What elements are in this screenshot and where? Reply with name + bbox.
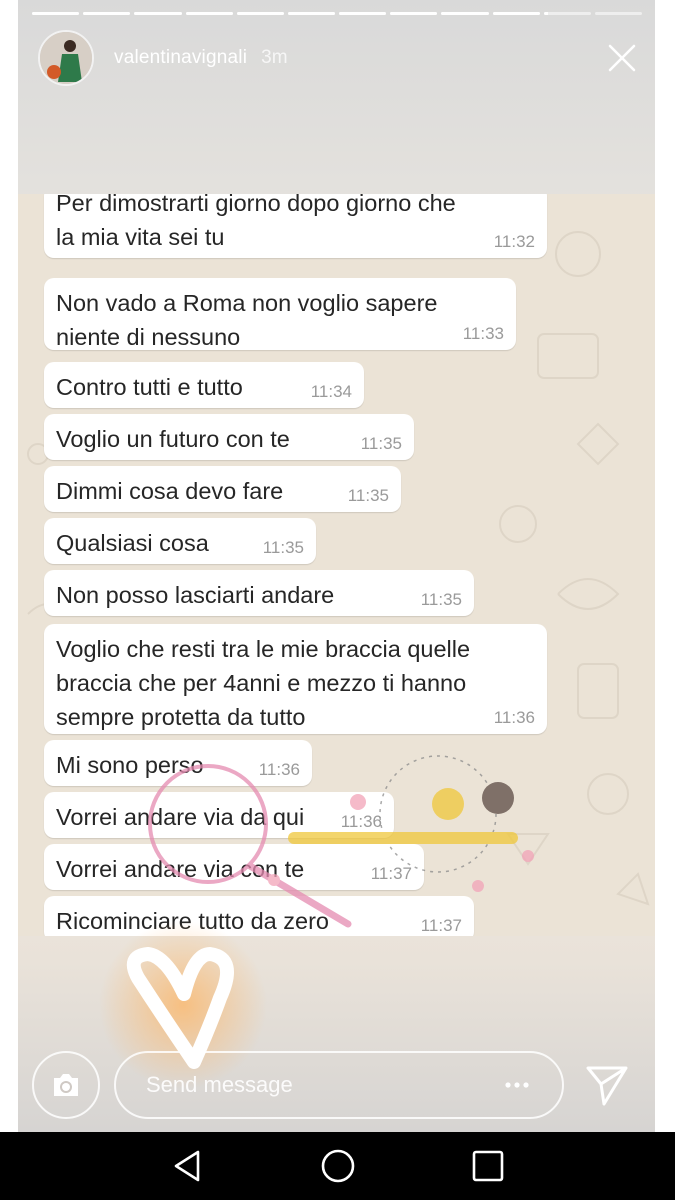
message-text: Voglio che resti tra le mie braccia quel…: [56, 636, 471, 730]
chat-screenshot: Per dimostrarti giorno dopo giorno che l…: [18, 194, 655, 936]
message-timestamp: 11:35: [262, 538, 304, 557]
message-bubble: Non vado a Roma non voglio sapere niente…: [44, 278, 516, 350]
back-button[interactable]: [168, 1146, 208, 1186]
message-bubble: Contro tutti e tutto 11:34: [44, 362, 364, 408]
progress-segment: [594, 12, 643, 15]
camera-icon: [54, 1074, 78, 1096]
story-time: 3m: [261, 47, 288, 68]
message-bubble: Dimmi cosa devo fare 11:35: [44, 466, 401, 512]
message-text: Mi sono perso: [56, 752, 204, 778]
progress-segment: [185, 12, 233, 15]
send-message-input[interactable]: [146, 1072, 466, 1098]
message-text: Per dimostrarti giorno dopo giorno che l…: [56, 194, 456, 250]
message-bubble: Vorrei andare via da qui 11:36: [44, 792, 394, 838]
camera-button[interactable]: [32, 1051, 100, 1119]
close-button[interactable]: [606, 42, 638, 74]
message-timestamp: 11:36: [493, 708, 535, 727]
back-triangle-icon: [174, 1150, 200, 1182]
recents-button[interactable]: [468, 1146, 508, 1186]
paper-plane-icon: [586, 1066, 628, 1106]
progress-segment: [32, 12, 80, 15]
message-timestamp: 11:36: [258, 760, 300, 779]
progress-segment: [134, 12, 182, 15]
message-text: Vorrei andare via da qui: [56, 804, 305, 830]
message-bubble: Per dimostrarti giorno dopo giorno che l…: [44, 194, 547, 258]
avatar[interactable]: [38, 30, 94, 86]
message-timestamp: 11:35: [347, 486, 389, 505]
message-text: Dimmi cosa devo fare: [56, 478, 284, 504]
message-text: Non vado a Roma non voglio sapere niente…: [56, 290, 438, 350]
message-bubble: Voglio che resti tra le mie braccia quel…: [44, 624, 547, 734]
message-bubble: Vorrei andare via con te 11:37: [44, 844, 424, 890]
android-navigation-bar: [0, 1132, 675, 1200]
send-button[interactable]: [584, 1062, 630, 1108]
message-text: Non posso lasciarti andare: [56, 582, 335, 608]
message-timestamp: 11:32: [493, 232, 535, 251]
message-bubble: Voglio un futuro con te 11:35: [44, 414, 414, 460]
story-viewer[interactable]: valentinavignali 3m Per dimostrarti gior…: [18, 0, 655, 1132]
message-timestamp: 11:37: [370, 864, 412, 883]
message-text: Vorrei andare via con te: [56, 856, 305, 882]
home-button[interactable]: [318, 1146, 358, 1186]
progress-segment: [287, 12, 336, 15]
send-message-input-wrapper[interactable]: [114, 1051, 564, 1119]
message-timestamp: 11:36: [340, 812, 382, 831]
close-icon: [608, 44, 636, 72]
progress-segment: [83, 12, 131, 15]
message-text: Qualsiasi cosa: [56, 530, 209, 556]
progress-segment: [441, 12, 489, 15]
message-timestamp: 11:33: [462, 324, 504, 343]
home-circle-icon: [321, 1149, 355, 1183]
right-margin: [655, 0, 675, 1132]
message-timestamp: 11:35: [420, 590, 462, 609]
message-bubble: Non posso lasciarti andare 11:35: [44, 570, 474, 616]
message-text: Voglio un futuro con te: [56, 426, 290, 452]
message-timestamp: 11:35: [360, 434, 402, 453]
message-bubble: Mi sono perso 11:36: [44, 740, 312, 786]
message-timestamp: 11:34: [310, 382, 352, 401]
message-text: Contro tutti e tutto: [56, 374, 243, 400]
recents-square-icon: [472, 1150, 504, 1182]
story-username[interactable]: valentinavignali: [114, 47, 247, 69]
left-margin: [0, 0, 18, 1132]
more-dots-icon[interactable]: [502, 1075, 532, 1095]
progress-segment: [390, 12, 438, 15]
progress-segment: [339, 12, 387, 15]
story-header: valentinavignali 3m: [38, 30, 638, 86]
message-timestamp: 11:37: [420, 916, 462, 935]
story-progress: [32, 12, 643, 16]
message-bubble: Qualsiasi cosa 11:35: [44, 518, 316, 564]
progress-segment: [492, 12, 540, 15]
progress-segment: [543, 12, 591, 15]
progress-segment: [236, 12, 284, 15]
